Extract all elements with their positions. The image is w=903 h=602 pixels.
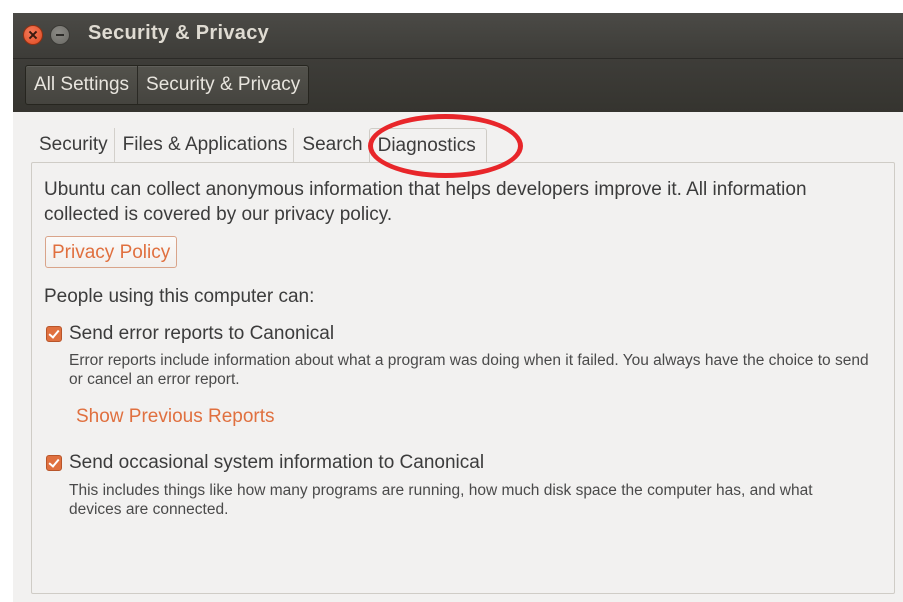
system-info-checkbox[interactable] [46, 455, 62, 471]
error-reports-label: Send error reports to Canonical [69, 323, 335, 344]
system-info-description: This includes things like how many progr… [69, 482, 813, 518]
diagnostics-intro-text: Ubuntu can collect anonymous information… [44, 179, 807, 225]
breadcrumb: All Settings Security & Privacy [25, 65, 310, 105]
toolbar: All Settings Security & Privacy [13, 58, 903, 112]
title-bar: Security & Privacy [13, 13, 903, 58]
show-previous-reports-link[interactable]: Show Previous Reports [76, 406, 275, 428]
system-info-label: Send occasional system information to Ca… [69, 452, 485, 473]
breadcrumb-security-privacy[interactable]: Security & Privacy [137, 66, 308, 104]
tab-security[interactable]: Security [31, 128, 115, 162]
settings-window: Security & Privacy All Settings Security… [13, 13, 903, 602]
error-reports-checkbox[interactable] [46, 326, 62, 342]
tab-files-applications[interactable]: Files & Applications [115, 128, 295, 162]
people-label: People using this computer can: [44, 286, 315, 307]
close-window-icon[interactable] [23, 25, 43, 45]
minimize-window-icon[interactable] [50, 25, 70, 45]
tab-bar: Security Files & Applications Search Dia… [31, 128, 487, 164]
diagnostics-panel: Ubuntu can collect anonymous information… [31, 162, 895, 594]
error-reports-checkbox-row[interactable]: Send error reports to Canonical [46, 323, 334, 345]
window-title: Security & Privacy [88, 22, 270, 44]
error-reports-description: Error reports include information about … [69, 352, 869, 388]
privacy-policy-button[interactable]: Privacy Policy [45, 236, 178, 268]
breadcrumb-all-settings[interactable]: All Settings [26, 66, 137, 104]
tab-search[interactable]: Search [294, 128, 368, 162]
system-info-checkbox-row[interactable]: Send occasional system information to Ca… [46, 452, 484, 474]
tab-diagnostics[interactable]: Diagnostics [368, 128, 487, 164]
